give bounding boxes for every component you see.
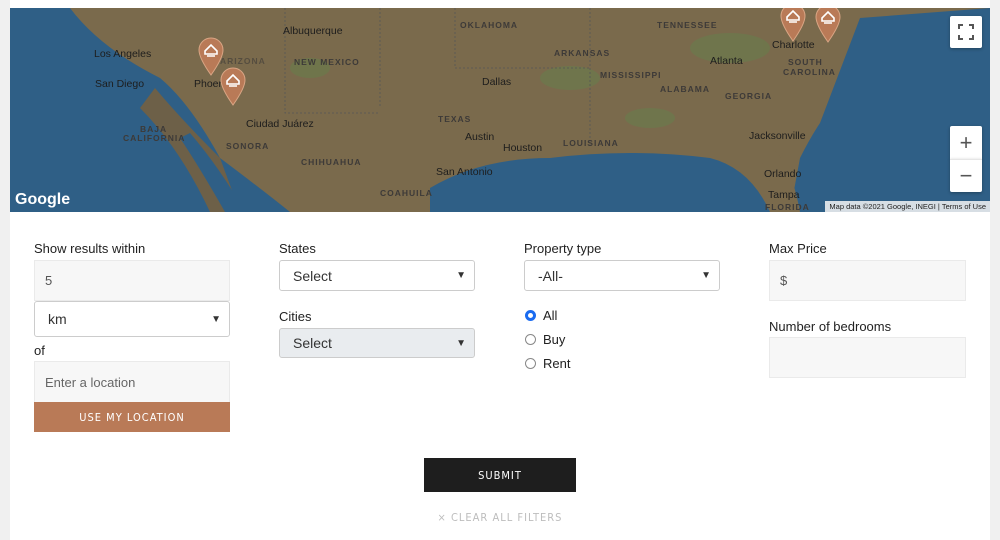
map-label: LOUISIANA bbox=[563, 138, 619, 148]
of-label: of bbox=[34, 343, 45, 358]
zoom-out-button[interactable]: − bbox=[950, 159, 982, 192]
map-label: ARIZONA bbox=[220, 56, 266, 66]
radio-button[interactable] bbox=[525, 334, 536, 345]
radio-buy[interactable]: Buy bbox=[525, 332, 565, 347]
max-price-input[interactable]: $ bbox=[769, 260, 966, 301]
map-label: Dallas bbox=[482, 76, 512, 88]
map-label: ARKANSAS bbox=[554, 48, 611, 58]
property-type-label: Property type bbox=[524, 241, 602, 256]
terms-link[interactable]: Terms of Use bbox=[942, 202, 986, 211]
map-label: San Antonio bbox=[436, 166, 493, 178]
map-label: Los Angeles bbox=[94, 48, 152, 60]
radio-button[interactable] bbox=[525, 358, 536, 369]
radio-rent[interactable]: Rent bbox=[525, 356, 570, 371]
unit-value: km bbox=[48, 311, 67, 327]
map-label: Ciudad Juárez bbox=[246, 118, 314, 130]
google-logo: Google bbox=[15, 191, 71, 208]
radio-all[interactable]: All bbox=[525, 308, 557, 323]
map-label: CHIHUAHUA bbox=[301, 157, 362, 167]
map-label: OKLAHOMA bbox=[460, 20, 519, 30]
max-price-label: Max Price bbox=[769, 241, 827, 256]
chevron-down-icon: ▼ bbox=[701, 270, 711, 281]
map-label: San Diego bbox=[95, 78, 145, 90]
location-placeholder: Enter a location bbox=[45, 374, 136, 390]
radio-label: Buy bbox=[543, 332, 566, 347]
unit-select[interactable]: km ▼ bbox=[34, 301, 230, 337]
map-label: SOUTH bbox=[788, 57, 823, 67]
map-attribution: Map data ©2021 Google, INEGI | Terms of … bbox=[825, 201, 990, 212]
map-label: TENNESSEE bbox=[657, 20, 718, 30]
location-input[interactable]: Enter a location bbox=[34, 361, 230, 403]
map-label: GEORGIA bbox=[725, 91, 773, 101]
house-icon[interactable] bbox=[219, 66, 247, 106]
map-label: CAROLINA bbox=[783, 67, 836, 77]
map-label: CALIFORNIA bbox=[123, 133, 186, 143]
map-label: Albuquerque bbox=[283, 25, 343, 37]
chevron-down-icon: ▼ bbox=[456, 337, 466, 349]
map-terrain bbox=[10, 8, 990, 212]
house-icon[interactable] bbox=[814, 8, 842, 43]
cities-value: Select bbox=[293, 335, 332, 351]
radius-value: 5 bbox=[45, 273, 53, 288]
map-label: TEXAS bbox=[438, 114, 472, 124]
radio-label: Rent bbox=[543, 356, 571, 371]
fullscreen-icon bbox=[958, 24, 974, 40]
map-label: COAHUILA bbox=[380, 188, 433, 198]
map-label: Austin bbox=[465, 131, 495, 143]
property-type-select[interactable]: -All- ▼ bbox=[524, 260, 720, 291]
map-label: NEW MEXICO bbox=[294, 57, 360, 67]
clear-filters-link[interactable]: × CLEAR ALL FILTERS bbox=[400, 509, 600, 525]
house-icon[interactable] bbox=[779, 8, 807, 42]
submit-button[interactable]: SUBMIT bbox=[424, 458, 576, 492]
zoom-in-button[interactable]: + bbox=[950, 126, 982, 159]
states-label: States bbox=[279, 241, 316, 256]
map-label: Tampa bbox=[768, 189, 800, 201]
states-select[interactable]: Select ▼ bbox=[279, 260, 475, 291]
attribution-text: Map data ©2021 Google, INEGI bbox=[829, 202, 936, 211]
states-value: Select bbox=[293, 267, 332, 284]
cities-label: Cities bbox=[279, 309, 312, 324]
fullscreen-button[interactable] bbox=[950, 16, 982, 48]
bedrooms-label: Number of bedrooms bbox=[769, 319, 892, 334]
bedrooms-input[interactable] bbox=[769, 337, 966, 378]
map-label: Orlando bbox=[764, 168, 802, 180]
map-label: SONORA bbox=[226, 141, 270, 151]
chevron-down-icon: ▼ bbox=[456, 270, 466, 281]
radio-button[interactable] bbox=[525, 310, 536, 321]
map-label: Jacksonville bbox=[749, 130, 806, 142]
use-my-location-button[interactable]: USE MY LOCATION bbox=[34, 402, 230, 432]
chevron-down-icon: ▼ bbox=[211, 313, 221, 325]
cities-select[interactable]: Select ▼ bbox=[279, 328, 475, 358]
map-label: FLORIDA bbox=[765, 202, 810, 212]
map-label: MISSISSIPPI bbox=[600, 70, 662, 80]
map-label: Houston bbox=[503, 142, 543, 154]
radius-label: Show results within bbox=[34, 241, 146, 256]
map[interactable]: Los Angeles San Diego Phoenix Albuquerqu… bbox=[10, 8, 990, 212]
max-price-placeholder: $ bbox=[780, 273, 788, 288]
radius-input[interactable]: 5 bbox=[34, 260, 230, 301]
radio-label: All bbox=[543, 308, 558, 323]
property-type-value: -All- bbox=[538, 267, 563, 284]
map-label: Atlanta bbox=[710, 55, 743, 67]
map-label: ALABAMA bbox=[660, 84, 710, 94]
